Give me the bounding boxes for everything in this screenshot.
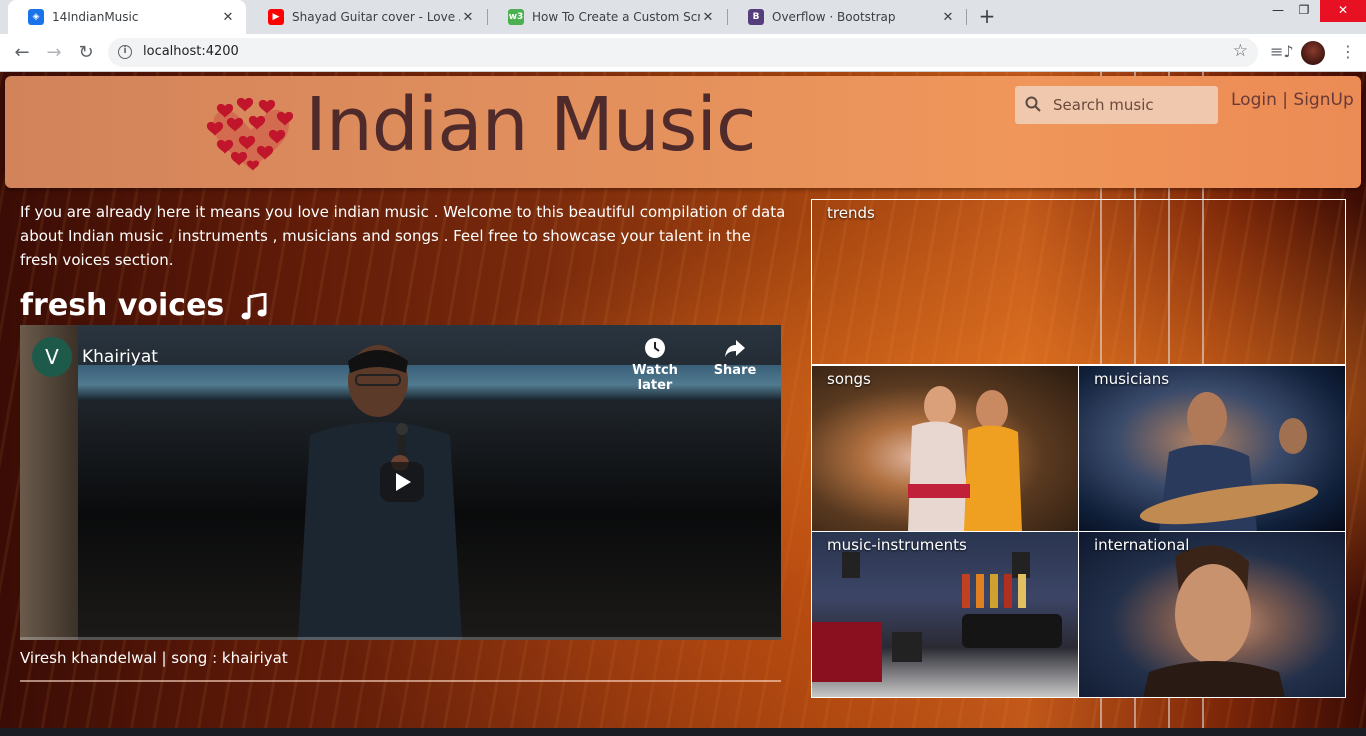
login-link[interactable]: Login (1231, 90, 1277, 110)
back-arrow-icon[interactable]: ← (10, 41, 34, 65)
new-tab-plus-icon[interactable]: + (976, 5, 998, 27)
restore-window-icon[interactable]: ❐ (1290, 0, 1318, 22)
section-divider (20, 680, 781, 682)
watch-later-label: Watch later (632, 363, 678, 393)
reload-icon[interactable]: ↻ (74, 41, 98, 65)
international-thumbnail (1143, 545, 1285, 697)
watch-later-button[interactable]: Watch later (620, 337, 690, 393)
os-taskbar (0, 728, 1366, 736)
angular-favicon-icon: ◈ (28, 9, 44, 25)
search-icon (1025, 96, 1041, 112)
musicians-thumbnail (1139, 392, 1319, 531)
site-header: Indian Music Login | SignUp (5, 76, 1361, 188)
category-label: musicians (1094, 370, 1170, 388)
instruments-thumbnail (812, 552, 1062, 682)
minimize-window-icon[interactable]: — (1264, 0, 1292, 22)
menu-kebab-icon[interactable]: ⋮ (1340, 42, 1356, 61)
channel-avatar[interactable]: V (32, 337, 72, 377)
fresh-voices-heading: fresh voices (20, 288, 267, 323)
category-label: international (1094, 536, 1190, 554)
category-label: songs (827, 370, 871, 388)
category-label: music-instruments (827, 536, 967, 554)
browser-tab-scrollbar[interactable]: w3 How To Create a Custom Scrollb ✕ (488, 0, 726, 34)
tab-close-icon[interactable]: ✕ (940, 10, 956, 25)
tab-title: How To Create a Custom Scrollb (532, 10, 700, 24)
category-tile-trends[interactable]: trends (811, 199, 1346, 365)
tab-close-icon[interactable]: ✕ (700, 10, 716, 25)
video-title[interactable]: Khairiyat (82, 347, 158, 367)
auth-separator: | (1282, 90, 1289, 110)
close-window-icon[interactable]: ✕ (1320, 0, 1366, 22)
fresh-voices-video[interactable]: V Khairiyat Watch later Share (20, 325, 781, 640)
browser-tab-youtube[interactable]: ▶ Shayad Guitar cover - Love Aaj K ✕ (248, 0, 486, 34)
brand-title: Indian Music (305, 82, 757, 168)
video-progress-bar[interactable] (20, 637, 781, 640)
share-button[interactable]: Share (700, 337, 770, 378)
browser-tab-bar: ◈ 14IndianMusic ✕ ▶ Shayad Guitar cover … (0, 0, 1366, 34)
songs-thumbnail (908, 386, 1022, 531)
category-tile-songs[interactable]: songs (811, 365, 1079, 532)
hearts-logo-icon (206, 97, 294, 171)
tab-title: Overflow · Bootstrap (772, 10, 896, 24)
category-tile-international[interactable]: international (1078, 531, 1346, 698)
fresh-voices-title: fresh voices (20, 288, 225, 323)
category-label: trends (827, 204, 875, 222)
search-input[interactable] (1047, 86, 1215, 124)
play-icon (396, 473, 411, 491)
music-note-icon (241, 292, 267, 319)
tab-close-icon[interactable]: ✕ (460, 10, 476, 25)
tab-title: 14IndianMusic (52, 10, 139, 24)
browser-tab-indianmusic[interactable]: ◈ 14IndianMusic ✕ (8, 0, 246, 34)
forward-arrow-icon[interactable]: → (42, 41, 66, 65)
browser-toolbar: ← → ↻ i localhost:4200 ☆ ≡♪ ⋮ (0, 34, 1366, 72)
page-body: Indian Music Login | SignUp If you are a… (0, 72, 1366, 736)
clock-icon (645, 338, 665, 358)
tab-close-icon[interactable]: ✕ (220, 10, 236, 25)
play-button[interactable] (380, 462, 424, 502)
category-grid: trends songs musicians music-instruments… (811, 199, 1346, 698)
w3schools-favicon-icon: w3 (508, 9, 524, 25)
bootstrap-favicon-icon: B (748, 9, 764, 25)
bookmark-star-icon[interactable]: ☆ (1233, 41, 1248, 61)
url-text: localhost:4200 (143, 44, 239, 59)
share-arrow-icon (725, 340, 745, 357)
site-info-icon[interactable]: i (118, 45, 132, 59)
tab-title: Shayad Guitar cover - Love Aaj K (292, 10, 460, 24)
tab-separator (966, 9, 967, 25)
address-bar[interactable]: i localhost:4200 ☆ (108, 38, 1258, 67)
intro-text: If you are already here it means you lov… (20, 203, 786, 269)
category-tile-music-instruments[interactable]: music-instruments (811, 531, 1079, 698)
signup-link[interactable]: SignUp (1293, 90, 1353, 110)
search-box[interactable] (1015, 86, 1218, 124)
auth-links: Login | SignUp (1231, 90, 1354, 110)
youtube-favicon-icon: ▶ (268, 9, 284, 25)
video-caption: Viresh khandelwal | song : khairiyat (20, 649, 288, 667)
share-label: Share (713, 363, 757, 378)
browser-tab-bootstrap[interactable]: B Overflow · Bootstrap ✕ (728, 0, 966, 34)
category-tile-musicians[interactable]: musicians (1078, 365, 1346, 532)
media-control-icon[interactable]: ≡♪ (1270, 42, 1294, 61)
profile-avatar[interactable] (1301, 41, 1325, 65)
